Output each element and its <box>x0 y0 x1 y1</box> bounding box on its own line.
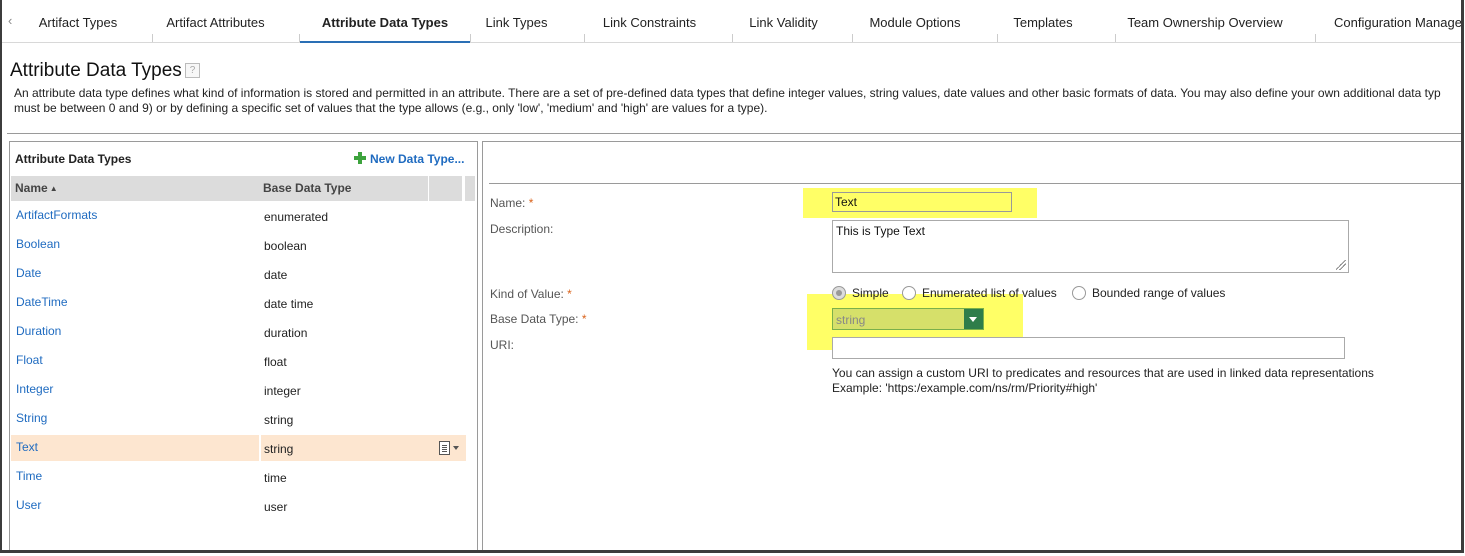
row-name-link[interactable]: Duration <box>16 324 61 338</box>
row-name-link[interactable]: Boolean <box>16 237 60 251</box>
base-data-type-value: string <box>836 313 866 327</box>
help-icon[interactable]: ? <box>185 63 200 78</box>
column-header-name-label: Name <box>15 181 48 195</box>
row-name-link[interactable]: User <box>16 498 41 512</box>
row-name-link[interactable]: String <box>16 411 47 425</box>
tab-configuration-management[interactable]: Configuration Managem <box>1316 0 1461 42</box>
column-header-base-data-type[interactable]: Base Data Type <box>260 176 428 201</box>
row-base-type: enumerated <box>264 210 329 224</box>
tab-artifact-attributes[interactable]: Artifact Attributes <box>153 0 278 42</box>
uri-example: Example: 'https:/example.com/ns/rm/Prior… <box>832 381 1098 395</box>
column-header-spacer <box>465 176 475 201</box>
radio-button[interactable] <box>1072 286 1086 300</box>
kind-of-value-label: Kind of Value: * <box>490 287 572 301</box>
row-name-link[interactable]: ArtifactFormats <box>16 208 97 222</box>
row-base-type: date time <box>264 297 314 311</box>
radio-label: Enumerated list of values <box>922 286 1057 300</box>
table-row[interactable]: ArtifactFormats enumerated <box>11 203 466 229</box>
required-marker: * <box>581 312 587 326</box>
row-separator <box>259 435 261 461</box>
plus-icon <box>354 152 366 164</box>
description-textarea[interactable]: This is Type Text <box>832 220 1349 273</box>
row-name-link[interactable]: Float <box>16 353 43 367</box>
tab-team-ownership-overview[interactable]: Team Ownership Overview <box>1116 0 1294 42</box>
tab-link-types[interactable]: Link Types <box>471 0 562 42</box>
row-base-type: date <box>264 268 288 282</box>
tab-bar: ‹ Artifact Types Artifact Attributes Att… <box>2 0 1461 43</box>
sort-ascending-icon: ▲ <box>49 184 58 193</box>
chevron-down-icon[interactable] <box>964 309 983 329</box>
document-icon <box>439 441 450 455</box>
required-marker: * <box>567 287 572 301</box>
table-row[interactable]: User user <box>11 493 466 519</box>
base-data-type-label: Base Data Type: * <box>490 312 587 326</box>
description-label: Description: <box>490 222 554 236</box>
row-name-link[interactable]: Time <box>16 469 42 483</box>
uri-input[interactable] <box>832 337 1345 359</box>
name-label-text: Name: <box>490 196 526 210</box>
table-row[interactable]: String string <box>11 406 466 432</box>
uri-hint: You can assign a custom URI to predicate… <box>832 366 1374 380</box>
required-marker: * <box>528 196 534 210</box>
row-base-type: duration <box>264 326 308 340</box>
tab-artifact-types[interactable]: Artifact Types <box>24 0 132 42</box>
row-base-type: string <box>264 442 294 456</box>
table-row[interactable]: Duration duration <box>11 319 466 345</box>
page-description: An attribute data type defines what kind… <box>14 86 1461 116</box>
radio-button[interactable] <box>902 286 916 300</box>
page-header: Attribute Data Types ? An attribute data… <box>7 57 1461 134</box>
table-row[interactable]: Date date <box>11 261 466 287</box>
name-label: Name: * <box>490 196 533 210</box>
table-row[interactable]: Float float <box>11 348 466 374</box>
name-input[interactable]: Text <box>832 192 1012 212</box>
table-row[interactable]: Time time <box>11 464 466 490</box>
tab-link-constraints[interactable]: Link Constraints <box>585 0 714 42</box>
chevron-left-icon[interactable]: ‹ <box>8 13 12 28</box>
row-name-link[interactable]: Date <box>16 266 41 280</box>
data-type-detail-panel: Name: * Text Description: This is Type T… <box>482 141 1461 550</box>
row-base-type: boolean <box>264 239 307 253</box>
row-base-type: float <box>264 355 287 369</box>
page-title: Attribute Data Types <box>10 60 182 81</box>
new-data-type-button[interactable]: New Data Type... <box>354 151 464 166</box>
chevron-down-icon <box>453 446 459 450</box>
column-header-name[interactable]: Name ▲ <box>11 176 261 201</box>
panel-divider <box>489 183 1461 184</box>
base-label-text: Base Data Type: <box>490 312 579 326</box>
column-header-actions <box>429 176 462 201</box>
table-row-selected[interactable]: Text string <box>11 435 466 461</box>
tab-templates[interactable]: Templates <box>998 0 1088 42</box>
radio-label: Bounded range of values <box>1092 286 1226 300</box>
data-types-list-panel: Attribute Data Types New Data Type... Na… <box>9 141 478 550</box>
page-description-line: must be between 0 and 9) or by defining … <box>14 101 768 115</box>
list-title: Attribute Data Types <box>15 152 132 166</box>
kind-label-text: Kind of Value: <box>490 287 564 301</box>
new-data-type-label: New Data Type... <box>370 152 465 166</box>
row-name-link[interactable]: Text <box>16 440 38 454</box>
row-name-link[interactable]: DateTime <box>16 295 68 309</box>
page-description-line: An attribute data type defines what kind… <box>14 86 1441 100</box>
row-base-type: time <box>264 471 287 485</box>
table-row[interactable]: Boolean boolean <box>11 232 466 258</box>
app-frame: ‹ Artifact Types Artifact Attributes Att… <box>0 0 1464 553</box>
tab-attribute-data-types[interactable]: Attribute Data Types <box>300 0 470 43</box>
row-name-link[interactable]: Integer <box>16 382 53 396</box>
row-base-type: user <box>264 500 288 514</box>
tab-link-validity[interactable]: Link Validity <box>733 0 834 42</box>
row-base-type: string <box>264 413 294 427</box>
table-row[interactable]: DateTime date time <box>11 290 466 316</box>
radio-button-checked[interactable] <box>832 286 846 300</box>
base-data-type-select[interactable]: string <box>832 308 984 330</box>
description-text: This is Type Text <box>836 224 925 238</box>
tab-module-options[interactable]: Module Options <box>853 0 977 42</box>
row-actions-menu-button[interactable] <box>439 440 459 456</box>
row-base-type: integer <box>264 384 301 398</box>
radio-label: Simple <box>852 286 889 300</box>
table-row[interactable]: Integer integer <box>11 377 466 403</box>
uri-label: URI: <box>490 338 514 352</box>
resize-grip-icon[interactable] <box>1336 260 1346 270</box>
